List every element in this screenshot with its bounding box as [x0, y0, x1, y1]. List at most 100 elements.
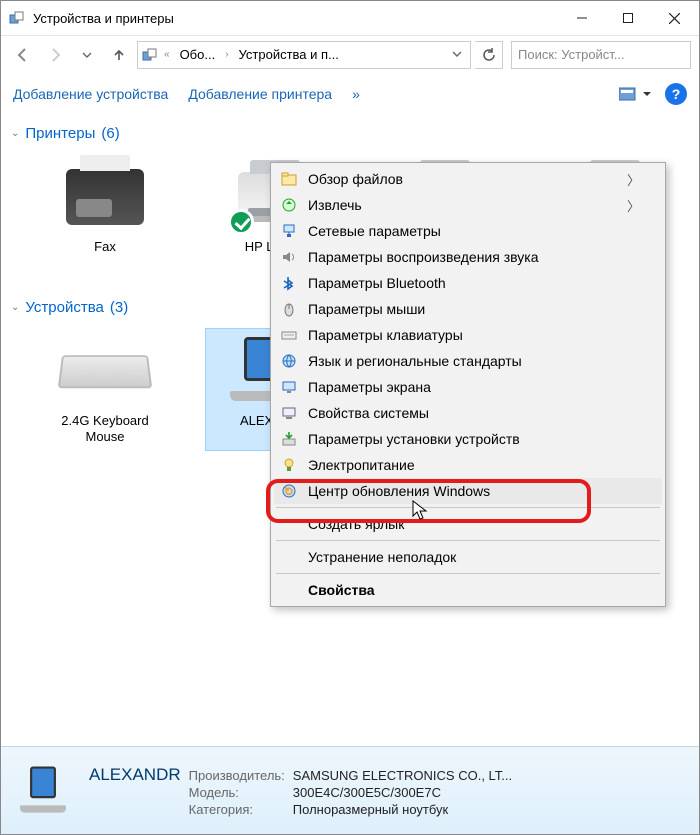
- status-manufacturer-value: SAMSUNG ELECTRONICS CO., LT...: [293, 768, 512, 783]
- chevron-right-icon: ›: [223, 49, 230, 60]
- menu-item[interactable]: Параметры установки устройств: [274, 426, 662, 452]
- navbar: « Обо... › Устройства и п...: [1, 35, 699, 73]
- install-icon: [280, 430, 298, 448]
- status-bar: ALEXANDR Производитель: SAMSUNG ELECTRON…: [1, 746, 699, 834]
- menu-item-label: Параметры Bluetooth: [308, 275, 446, 291]
- display-icon: [280, 378, 298, 396]
- menu-item-label: Свойства: [308, 582, 375, 598]
- speaker-icon: [280, 248, 298, 266]
- command-bar: Добавление устройства Добавление принтер…: [1, 73, 699, 115]
- status-device-name: ALEXANDR: [89, 765, 181, 785]
- status-category-value: Полноразмерный ноутбук: [293, 802, 512, 817]
- menu-item[interactable]: Параметры мыши: [274, 296, 662, 322]
- system-icon: [280, 404, 298, 422]
- breadcrumb-icon: [142, 47, 158, 63]
- menu-item[interactable]: Электропитание: [274, 452, 662, 478]
- menu-item-label: Обзор файлов: [308, 171, 403, 187]
- window-title: Устройства и принтеры: [33, 11, 559, 26]
- update-icon: [280, 482, 298, 500]
- menu-item-label: Параметры клавиатуры: [308, 327, 463, 343]
- menu-separator: [276, 507, 660, 508]
- address-bar[interactable]: « Обо... › Устройства и п...: [137, 41, 471, 69]
- chevron-left-icon: «: [162, 49, 172, 60]
- up-button[interactable]: [105, 41, 133, 69]
- menu-item[interactable]: Параметры клавиатуры: [274, 322, 662, 348]
- menu-item-label: Параметры мыши: [308, 301, 425, 317]
- device-item-keyboard[interactable]: 2.4G Keyboard Mouse: [35, 328, 175, 451]
- recent-dropdown[interactable]: [73, 41, 101, 69]
- menu-item-label: Извлечь: [308, 197, 362, 213]
- mouse-icon: [280, 300, 298, 318]
- menu-item-label: Создать ярлык: [308, 516, 404, 532]
- forward-button[interactable]: [41, 41, 69, 69]
- menu-separator: [276, 540, 660, 541]
- menu-separator: [276, 573, 660, 574]
- keyboard-icon: [280, 326, 298, 344]
- menu-item-label: Язык и региональные стандарты: [308, 353, 522, 369]
- status-model-value: 300E4C/300E5C/300E7C: [293, 785, 512, 800]
- menu-item-label: Центр обновления Windows: [308, 483, 490, 499]
- window-icon: [9, 10, 25, 26]
- menu-item[interactable]: Центр обновления Windows: [274, 478, 662, 504]
- status-device-icon: [11, 766, 75, 816]
- breadcrumb-item[interactable]: Обо...: [176, 45, 220, 64]
- add-printer-button[interactable]: Добавление принтера: [188, 86, 332, 102]
- group-title: Принтеры: [25, 125, 95, 142]
- breadcrumb-item[interactable]: Устройства и п...: [235, 45, 343, 64]
- default-check-icon: [228, 209, 254, 235]
- menu-item-label: Параметры установки устройств: [308, 431, 520, 447]
- view-options-button[interactable]: [619, 86, 651, 102]
- back-button[interactable]: [9, 41, 37, 69]
- menu-item[interactable]: Параметры экрана: [274, 374, 662, 400]
- device-item-fax[interactable]: Fax: [35, 154, 175, 277]
- toolbar-overflow[interactable]: »: [352, 86, 360, 102]
- chevron-down-icon: ⌄: [11, 302, 19, 313]
- menu-item[interactable]: Свойства системы: [274, 400, 662, 426]
- menu-item[interactable]: Параметры Bluetooth: [274, 270, 662, 296]
- menu-item-label: Сетевые параметры: [308, 223, 441, 239]
- group-count: (3): [110, 299, 128, 316]
- device-label: 2.4G Keyboard Mouse: [42, 413, 168, 444]
- chevron-down-icon: ⌄: [11, 128, 19, 139]
- menu-item[interactable]: Устранение неполадок: [274, 544, 662, 570]
- device-label: Fax: [94, 239, 116, 255]
- submenu-arrow-icon: 〉: [627, 170, 640, 189]
- menu-item[interactable]: Создать ярлык: [274, 511, 662, 537]
- network-icon: [280, 222, 298, 240]
- titlebar: Устройства и принтеры: [1, 1, 699, 35]
- menu-item[interactable]: Обзор файлов 〉: [274, 166, 662, 192]
- folder-icon: [280, 170, 298, 188]
- group-count: (6): [101, 125, 119, 142]
- close-button[interactable]: [651, 3, 697, 33]
- menu-item[interactable]: Параметры воспроизведения звука: [274, 244, 662, 270]
- submenu-arrow-icon: 〉: [627, 196, 640, 215]
- search-input[interactable]: [518, 47, 684, 62]
- search-box[interactable]: [511, 41, 691, 69]
- minimize-button[interactable]: [559, 3, 605, 33]
- menu-item[interactable]: Извлечь 〉: [274, 192, 662, 218]
- refresh-button[interactable]: [475, 41, 503, 69]
- help-button[interactable]: ?: [665, 83, 687, 105]
- menu-item[interactable]: Свойства: [274, 577, 662, 603]
- group-header-printers[interactable]: ⌄ Принтеры (6): [11, 125, 689, 142]
- fax-icon: [60, 161, 150, 233]
- add-device-button[interactable]: Добавление устройства: [13, 86, 168, 102]
- maximize-button[interactable]: [605, 3, 651, 33]
- menu-item-label: Электропитание: [308, 457, 415, 473]
- menu-item-label: Параметры воспроизведения звука: [308, 249, 538, 265]
- group-title: Устройства: [25, 299, 103, 316]
- menu-item[interactable]: Сетевые параметры: [274, 218, 662, 244]
- menu-item-label: Свойства системы: [308, 405, 429, 421]
- context-menu[interactable]: Обзор файлов 〉 Извлечь 〉 Сетевые параметры Па…: [270, 162, 666, 607]
- bluetooth-icon: [280, 274, 298, 292]
- status-category-label: Категория:: [189, 802, 285, 817]
- menu-item[interactable]: Язык и региональные стандарты: [274, 348, 662, 374]
- menu-item-label: Параметры экрана: [308, 379, 431, 395]
- menu-item-label: Устранение неполадок: [308, 549, 456, 565]
- power-icon: [280, 456, 298, 474]
- keyboard-icon: [60, 335, 150, 407]
- eject-icon: [280, 196, 298, 214]
- address-dropdown[interactable]: [448, 47, 466, 62]
- region-icon: [280, 352, 298, 370]
- status-manufacturer-label: Производитель:: [189, 768, 285, 783]
